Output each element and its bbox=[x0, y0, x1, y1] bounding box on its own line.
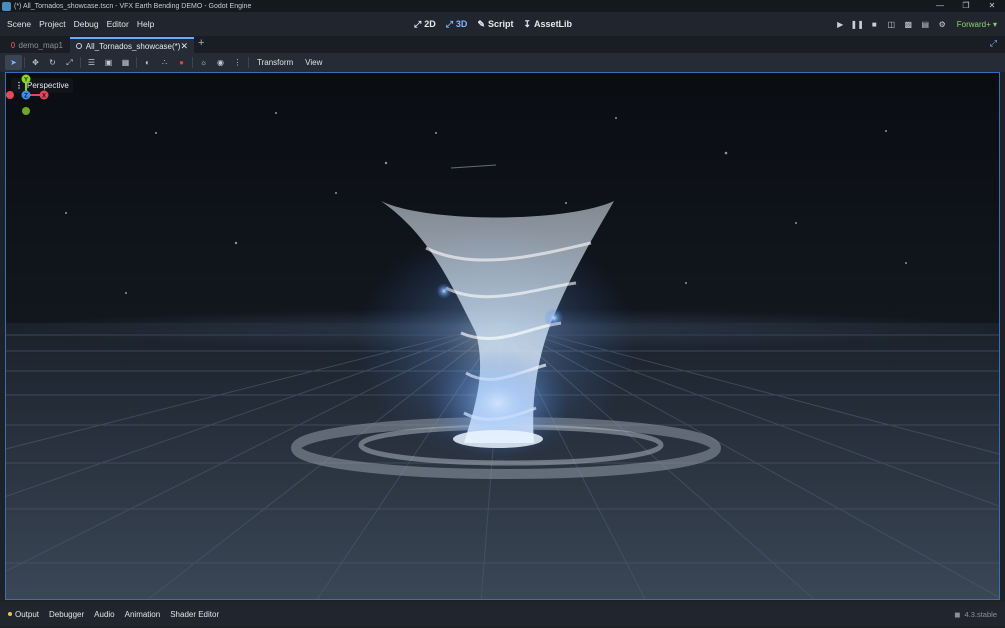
workspace-3d-button[interactable]: ⤢ 3D bbox=[442, 19, 472, 30]
tab-demo-map1[interactable]: demo_map1 bbox=[5, 37, 69, 53]
orientation-gizmo[interactable]: Y X Z bbox=[6, 73, 50, 117]
neg-y-axis-handle[interactable] bbox=[22, 107, 30, 115]
output-tab[interactable]: Output bbox=[0, 610, 44, 619]
select-icon[interactable]: ➤ bbox=[5, 55, 22, 70]
main-menus: Scene Project Debug Editor Help bbox=[3, 12, 158, 36]
title-bar: (*) All_Tornados_showcase.tscn - VFX Ear… bbox=[0, 0, 1005, 12]
bottom-panel-bar: Output Debugger Audio Animation Shader E… bbox=[0, 602, 1005, 626]
workspace-switcher: ⤢ 2D ⤢ 3D ✎ Script ↧ AssetLib bbox=[410, 12, 576, 36]
workspace-2d-label: 2D bbox=[424, 19, 436, 29]
scene-tab-bar: demo_map1 All_Tornados_showcase(*) ✕ bbox=[0, 36, 1005, 53]
script-icon: ✎ bbox=[477, 18, 485, 29]
close-icon[interactable]: ✕ bbox=[979, 0, 1005, 12]
debugger-tab[interactable]: Debugger bbox=[44, 610, 89, 619]
distraction-free-icon[interactable]: ⤢ bbox=[990, 38, 997, 49]
tab-label: demo_map1 bbox=[18, 40, 63, 50]
renderer-dropdown[interactable]: Forward+ ▾ bbox=[957, 20, 997, 29]
workspace-3d-label: 3D bbox=[455, 19, 468, 29]
godot-logo-icon bbox=[2, 1, 11, 11]
add-tab-icon[interactable]: + bbox=[198, 37, 204, 49]
renderer-label: Forward+ bbox=[956, 19, 991, 29]
scene-icon bbox=[76, 43, 82, 49]
close-tab-icon[interactable]: ✕ bbox=[180, 41, 188, 52]
tab-all-tornados-showcase[interactable]: All_Tornados_showcase(*) ✕ bbox=[70, 37, 194, 53]
menu-help[interactable]: Help bbox=[133, 19, 158, 29]
sun-icon[interactable]: ☼ bbox=[195, 55, 212, 70]
menu-editor[interactable]: Editor bbox=[103, 19, 133, 29]
viewport-toolbar: ➤ ✥ ↻ ⤢ ☰ ▣ ▦ ◐ ∴ ● ☼ ◉ ⋮ Transform View bbox=[0, 53, 1005, 72]
group-icon[interactable]: ▦ bbox=[117, 55, 134, 70]
animation-tab[interactable]: Animation bbox=[120, 610, 166, 619]
minimize-icon[interactable]: — bbox=[927, 0, 953, 12]
tab-label: All_Tornados_showcase(*) bbox=[85, 41, 181, 51]
z-axis-label: Z bbox=[24, 94, 28, 100]
version-label: 4.3.stable bbox=[964, 609, 997, 619]
lock-icon[interactable]: ▣ bbox=[100, 55, 117, 70]
window-title: (*) All_Tornados_showcase.tscn - VFX Ear… bbox=[14, 2, 252, 10]
run-bar: ▶ ❚❚ ■ ◫ ▩ ▤ ⚙ Forward+ ▾ bbox=[832, 12, 997, 36]
3d-viewport[interactable]: ⋮ Perspective Y X Z bbox=[5, 72, 1000, 600]
play-custom-scene-icon[interactable]: ▤ bbox=[917, 20, 934, 29]
viewport-scene bbox=[6, 73, 999, 599]
ruler-icon[interactable]: ◐ bbox=[139, 55, 156, 70]
menu-bar: Scene Project Debug Editor Help ⤢ 2D ⤢ 3… bbox=[0, 12, 1005, 36]
stop-icon[interactable]: ■ bbox=[866, 20, 883, 29]
pin-icon[interactable]: ◼ bbox=[954, 610, 960, 619]
rotate-icon[interactable]: ↻ bbox=[44, 55, 61, 70]
move-icon[interactable]: ✥ bbox=[27, 55, 44, 70]
more-icon[interactable]: ⋮ bbox=[229, 55, 246, 70]
toolbar-divider bbox=[24, 57, 25, 68]
scale-icon[interactable]: ⤢ bbox=[61, 55, 78, 70]
scene-icon bbox=[11, 42, 15, 48]
3d-icon: ⤢ bbox=[445, 18, 453, 29]
toolbar-divider bbox=[248, 57, 249, 68]
window-controls: — ❐ ✕ bbox=[927, 0, 1005, 12]
warning-dot-icon bbox=[8, 612, 12, 616]
toolbar-divider bbox=[80, 57, 81, 68]
transform-menu[interactable]: Transform bbox=[251, 58, 299, 67]
neg-x-axis-handle[interactable] bbox=[6, 91, 14, 99]
restore-icon[interactable]: ❐ bbox=[953, 0, 979, 12]
pause-icon[interactable]: ❚❚ bbox=[849, 20, 866, 29]
output-label: Output bbox=[15, 609, 40, 619]
play-scene-icon[interactable]: ▩ bbox=[900, 20, 917, 29]
toolbar-divider bbox=[192, 57, 193, 68]
menu-project[interactable]: Project bbox=[35, 19, 69, 29]
assetlib-icon: ↧ bbox=[523, 18, 532, 29]
local-space-icon[interactable]: ∴ bbox=[156, 55, 173, 70]
workspace-assetlib-label: AssetLib bbox=[534, 19, 573, 29]
environment-icon[interactable]: ◉ bbox=[212, 55, 229, 70]
y-axis-label: Y bbox=[24, 78, 28, 84]
workspace-script-button[interactable]: ✎ Script bbox=[473, 19, 517, 30]
workspace-assetlib-button[interactable]: ↧ AssetLib bbox=[520, 19, 577, 30]
workspace-script-label: Script bbox=[487, 19, 514, 29]
toolbar-divider bbox=[136, 57, 137, 68]
movie-maker-icon[interactable]: ⚙ bbox=[934, 20, 951, 29]
remote-debug-icon[interactable]: ◫ bbox=[883, 20, 900, 29]
shader-editor-tab[interactable]: Shader Editor bbox=[165, 610, 224, 619]
view-menu[interactable]: View bbox=[299, 58, 328, 67]
list-select-icon[interactable]: ☰ bbox=[83, 55, 100, 70]
version-info: ◼ 4.3.stable bbox=[954, 602, 997, 626]
workspace-2d-button[interactable]: ⤢ 2D bbox=[410, 19, 440, 30]
x-axis-label: X bbox=[42, 94, 46, 100]
menu-scene[interactable]: Scene bbox=[3, 19, 35, 29]
2d-icon: ⤢ bbox=[414, 18, 422, 29]
menu-debug[interactable]: Debug bbox=[70, 19, 103, 29]
snap-icon[interactable]: ● bbox=[173, 55, 190, 70]
play-icon[interactable]: ▶ bbox=[832, 20, 849, 29]
audio-tab[interactable]: Audio bbox=[89, 610, 119, 619]
